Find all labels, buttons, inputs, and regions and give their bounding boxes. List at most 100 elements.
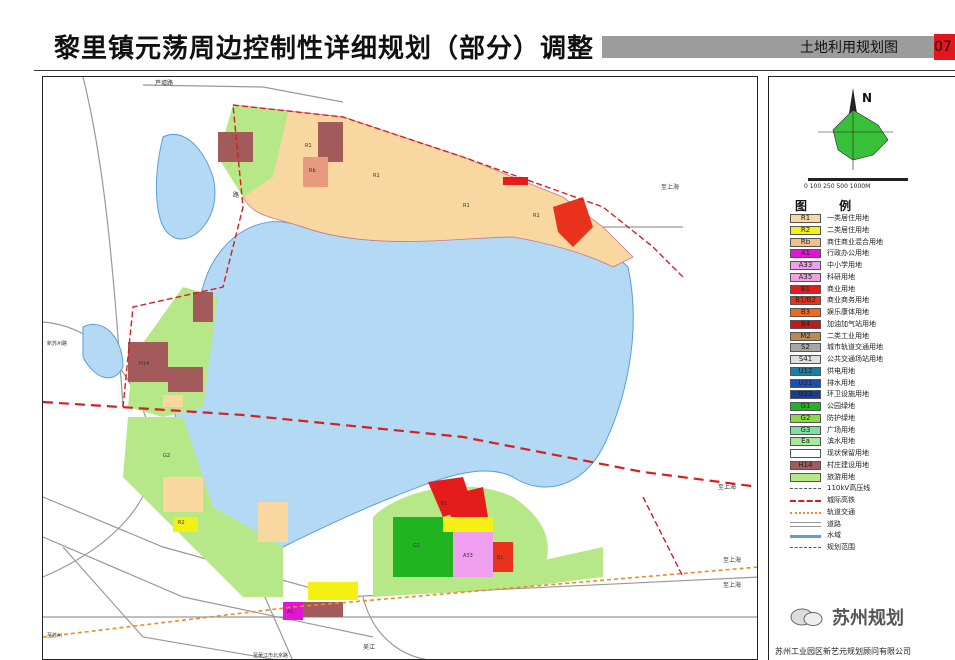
label-west-2: 至苏州 xyxy=(47,632,62,639)
sheet-number: 07 xyxy=(934,34,955,60)
legend-label: 公共交通场站用地 xyxy=(827,355,883,363)
legend-swatch: U22 xyxy=(790,390,821,400)
label-east-4: 至上海 xyxy=(723,581,741,589)
page-title: 黎里镇元荡周边控制性详细规划（部分）调整 xyxy=(54,34,595,64)
legend-label: 一类居住用地 xyxy=(827,214,869,222)
legend-label: 环卫设施用地 xyxy=(827,390,869,399)
legend-label: 水域 xyxy=(827,531,841,540)
scale-bar xyxy=(808,178,908,181)
legend-label: 广场用地 xyxy=(827,425,855,434)
legend-label: 道路 xyxy=(827,519,841,528)
company-name: 苏州工业园区新艺元规划顾问有限公司 xyxy=(775,647,911,656)
legend-line-swatch xyxy=(790,535,821,539)
label-east-3: 至上海 xyxy=(723,556,741,564)
legend-label: 规划范围 xyxy=(827,543,855,551)
legend-swatch xyxy=(790,449,821,458)
legend-swatch: A35 xyxy=(790,272,821,282)
legend-swatch: U21 xyxy=(790,378,821,388)
legend-label: 110kV高压线 xyxy=(827,484,871,493)
wind-rose-icon xyxy=(832,109,889,161)
legend-line-swatch xyxy=(790,547,821,548)
legend-swatch: Ea xyxy=(790,437,821,447)
legend-swatch: Rb xyxy=(790,237,821,247)
legend-label: 城际高铁 xyxy=(827,496,855,504)
header-divider xyxy=(34,70,955,71)
tag-a33: A33 xyxy=(463,553,473,559)
legend-label: 商业用地 xyxy=(827,284,855,293)
legend-swatch: G1 xyxy=(790,402,821,411)
watermark: 苏州规划 xyxy=(832,608,904,629)
r2-south-2 xyxy=(308,582,358,600)
legend-label: 商住商业混合用地 xyxy=(827,237,883,246)
legend-swatch: B3 xyxy=(790,308,821,317)
school-south xyxy=(453,532,493,577)
legend-label: 旅游用地 xyxy=(827,472,855,481)
r1-southwest xyxy=(163,477,203,512)
legend-swatch xyxy=(790,472,821,482)
legend-label: 城市轨道交通用地 xyxy=(827,343,883,352)
legend-line-swatch xyxy=(790,521,821,527)
tag-r2: R2 xyxy=(178,520,185,526)
legend-swatch: H14 xyxy=(790,460,821,470)
label-east-2: 至上海 xyxy=(718,483,736,491)
legend-swatch: A33 xyxy=(790,261,821,270)
legend-swatch: G2 xyxy=(790,413,821,423)
west-pond xyxy=(82,324,124,379)
legend-swatch: B1/B2 xyxy=(790,296,821,306)
legend-label: 二类工业用地 xyxy=(827,331,869,340)
legend-label: 中小学用地 xyxy=(827,261,862,269)
scale-text: 0 100 250 500 1000M xyxy=(804,183,870,190)
north-arrow-rose: N 0 100 250 500 1000M xyxy=(778,80,918,192)
tag-b1-a: B1 xyxy=(441,501,448,507)
r2-south xyxy=(443,517,493,532)
label-east-1: 至上海 xyxy=(661,183,679,191)
legend-swatch: G3 xyxy=(790,425,821,435)
tag-b1-b: B1 xyxy=(497,555,504,561)
tag-r1-c: R1 xyxy=(463,203,470,209)
legend-label: 娱乐康体用地 xyxy=(827,308,869,316)
r2-southwest xyxy=(173,517,198,532)
label-north-road: 芦墟路 xyxy=(155,79,173,87)
tag-r1-b: R1 xyxy=(373,173,380,179)
legend-swatch: R2 xyxy=(790,225,821,235)
legend-label: 滨水用地 xyxy=(827,437,855,446)
legend-swatch: B4 xyxy=(790,319,821,329)
tag-r1-d: R1 xyxy=(533,213,540,219)
legend-swatch: R1 xyxy=(790,214,821,223)
legend-swatch: M2 xyxy=(790,331,821,341)
north-label: N xyxy=(862,91,872,105)
land-use-map[interactable]: 芦墟路 至上海 至上海 至上海 至上海 新苏州路 至苏州 至吴江市北京路 吴江 … xyxy=(42,76,758,660)
legend-label: 排水用地 xyxy=(827,378,855,387)
label-bottom-road: 至吴江市北京路 xyxy=(253,652,288,659)
legend-label: 商业商务用地 xyxy=(827,296,869,305)
legend-label: 轨道交通 xyxy=(827,507,855,516)
label-west-1: 新苏州路 xyxy=(47,340,67,347)
legend-label: 村庄建设用地 xyxy=(827,460,869,469)
legend-label: 科研用地 xyxy=(827,272,855,281)
tag-r1-a: R1 xyxy=(305,143,312,149)
legend-line-swatch xyxy=(790,511,821,514)
legend-swatch: S2 xyxy=(790,343,821,353)
tag-g2: G2 xyxy=(163,453,170,459)
tag-a1: A1 xyxy=(287,609,294,615)
map-canvas: 芦墟路 至上海 至上海 至上海 至上海 新苏州路 至苏州 至吴江市北京路 吴江 … xyxy=(43,77,757,659)
legend-line-swatch xyxy=(790,488,821,490)
legend-label: 现状保留用地 xyxy=(827,449,869,457)
r1-west xyxy=(163,395,183,407)
legend-swatch: A1 xyxy=(790,249,821,259)
legend-label: 防护绿地 xyxy=(827,413,855,422)
village-north xyxy=(318,122,343,162)
legend-label: 公园绿地 xyxy=(827,402,855,410)
map-subtitle: 土地利用规划图 xyxy=(800,40,898,56)
west-water xyxy=(156,133,216,240)
tag-g1: G1 xyxy=(413,543,420,549)
legend-title: 图 例 xyxy=(795,199,866,213)
legend-line-swatch xyxy=(790,500,821,502)
r1-south xyxy=(258,502,288,542)
label-road: 路 xyxy=(233,191,239,199)
legend-label: 行政办公用地 xyxy=(827,249,869,258)
legend-swatch: U12 xyxy=(790,366,821,376)
legend-swatch: S41 xyxy=(790,355,821,364)
legend-swatch: B1 xyxy=(790,284,821,294)
legend-label: 加油加气站用地 xyxy=(827,319,876,328)
